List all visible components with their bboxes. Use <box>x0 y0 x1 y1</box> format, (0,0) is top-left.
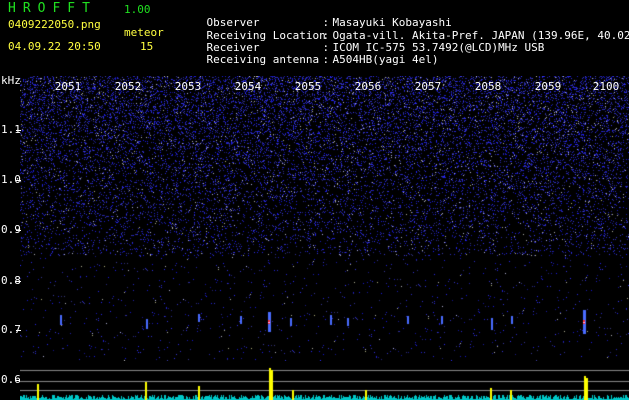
time-label: 2058 <box>474 80 502 93</box>
meta-key: Receiving antenna <box>206 53 320 66</box>
signal-level-canvas <box>20 362 629 400</box>
time-label: 2055 <box>294 80 322 93</box>
hrofft-window: HROFFT 1.00 0409222050.png 04.09.22 20:5… <box>0 0 629 400</box>
spectrogram <box>20 76 629 361</box>
freq-tick <box>16 281 21 282</box>
freq-tick <box>16 180 21 181</box>
freq-tick <box>16 230 21 231</box>
time-label: 2057 <box>414 80 442 93</box>
meta-colon: : <box>322 53 330 66</box>
signal-level-panel <box>20 362 629 400</box>
freq-unit-label: kHz <box>1 74 21 87</box>
freq-tick <box>16 330 21 331</box>
freq-tick <box>16 130 21 131</box>
spectrogram-canvas <box>20 76 629 361</box>
meteor-count: 15 <box>140 40 154 53</box>
time-label: 2054 <box>234 80 262 93</box>
time-label: 2052 <box>114 80 142 93</box>
app-title: HROFFT <box>8 1 97 16</box>
time-label: 2051 <box>54 80 82 93</box>
file-name: 0409222050.png <box>8 18 101 31</box>
recording-datetime: 04.09.22 20:50 <box>8 40 101 53</box>
time-label: 2053 <box>174 80 202 93</box>
app-version: 1.00 <box>124 3 151 16</box>
meta-antenna: Receiving antenna: A504HB(yagi 4el) <box>180 40 439 79</box>
time-label: 2059 <box>534 80 562 93</box>
meta-value: A504HB(yagi 4el) <box>332 53 439 66</box>
meteor-label: meteor <box>124 26 164 39</box>
time-label: 2100 <box>592 80 620 93</box>
time-label: 2056 <box>354 80 382 93</box>
